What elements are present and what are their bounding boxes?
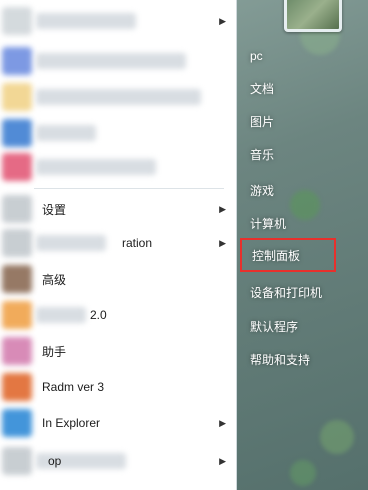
program-label: ration: [122, 236, 153, 250]
menu-item-help-support[interactable]: 帮助和支持: [238, 345, 350, 373]
menu-item-user[interactable]: pc: [238, 42, 350, 70]
program-item[interactable]: op ▶: [0, 444, 236, 478]
program-label: 设置: [42, 202, 67, 217]
program-label: 高级: [42, 272, 67, 287]
submenu-arrow-icon: ▶: [219, 417, 226, 428]
blurred-text: [36, 89, 201, 105]
program-icon: [2, 47, 32, 75]
program-icon: [2, 301, 32, 329]
program-item[interactable]: [0, 80, 236, 114]
menu-item-default-programs[interactable]: 默认程序: [238, 312, 350, 340]
program-icon: [2, 265, 32, 293]
program-item[interactable]: [0, 44, 236, 78]
program-icon: [2, 153, 32, 181]
program-icon: [2, 7, 32, 35]
submenu-arrow-icon: ▶: [219, 455, 226, 466]
menu-item-devices-printers[interactable]: 设备和打印机: [238, 278, 350, 306]
submenu-arrow-icon: ▶: [219, 15, 226, 26]
user-avatar[interactable]: [284, 0, 342, 32]
menu-item-documents[interactable]: 文档: [238, 74, 350, 102]
submenu-arrow-icon: ▶: [219, 203, 226, 214]
submenu-arrow-icon: ▶: [219, 237, 226, 248]
program-icon: [2, 409, 32, 437]
program-icon: [2, 337, 32, 365]
program-label: 2.0: [90, 308, 107, 322]
program-item[interactable]: 助手: [0, 334, 236, 368]
menu-item-games[interactable]: 游戏: [238, 176, 350, 204]
blurred-text: [36, 13, 136, 29]
program-item[interactable]: In Explorer ▶: [0, 406, 236, 440]
blurred-text: [36, 235, 106, 251]
program-item[interactable]: ration ▶: [0, 226, 236, 260]
program-label: Radm ver 3: [42, 380, 105, 394]
program-icon: [2, 83, 32, 111]
program-item[interactable]: Radm ver 3: [0, 370, 236, 404]
program-icon: [2, 119, 32, 147]
blurred-text: [36, 159, 156, 175]
blurred-text: [36, 125, 96, 141]
program-item[interactable]: 2.0: [0, 298, 236, 332]
program-icon: [2, 373, 32, 401]
menu-item-pictures[interactable]: 图片: [238, 107, 350, 135]
program-icon: [2, 447, 32, 475]
start-menu-programs-list: ▶ 设置 ▶ ration ▶ 高级 2.0 助手 Radm ver 3 In …: [0, 0, 237, 490]
program-icon: [2, 229, 32, 257]
program-item[interactable]: 高级: [0, 262, 236, 296]
program-label: 助手: [42, 344, 67, 359]
program-icon: [2, 195, 32, 223]
program-item[interactable]: [0, 116, 236, 150]
program-item[interactable]: ▶: [0, 4, 236, 38]
menu-item-music[interactable]: 音乐: [238, 140, 350, 168]
start-menu-right-panel: pc 文档 图片 音乐 游戏 计算机 控制面板 设备和打印机 默认程序 帮助和支…: [236, 0, 368, 490]
menu-item-control-panel[interactable]: 控制面板: [240, 238, 336, 272]
program-label: op: [48, 454, 62, 468]
menu-item-computer[interactable]: 计算机: [238, 209, 350, 237]
blurred-text: [36, 307, 86, 323]
blurred-text: [36, 53, 186, 69]
program-label: In Explorer: [42, 416, 101, 430]
program-item[interactable]: 设置 ▶: [0, 192, 236, 226]
program-item[interactable]: [0, 150, 236, 184]
separator: [34, 188, 224, 189]
